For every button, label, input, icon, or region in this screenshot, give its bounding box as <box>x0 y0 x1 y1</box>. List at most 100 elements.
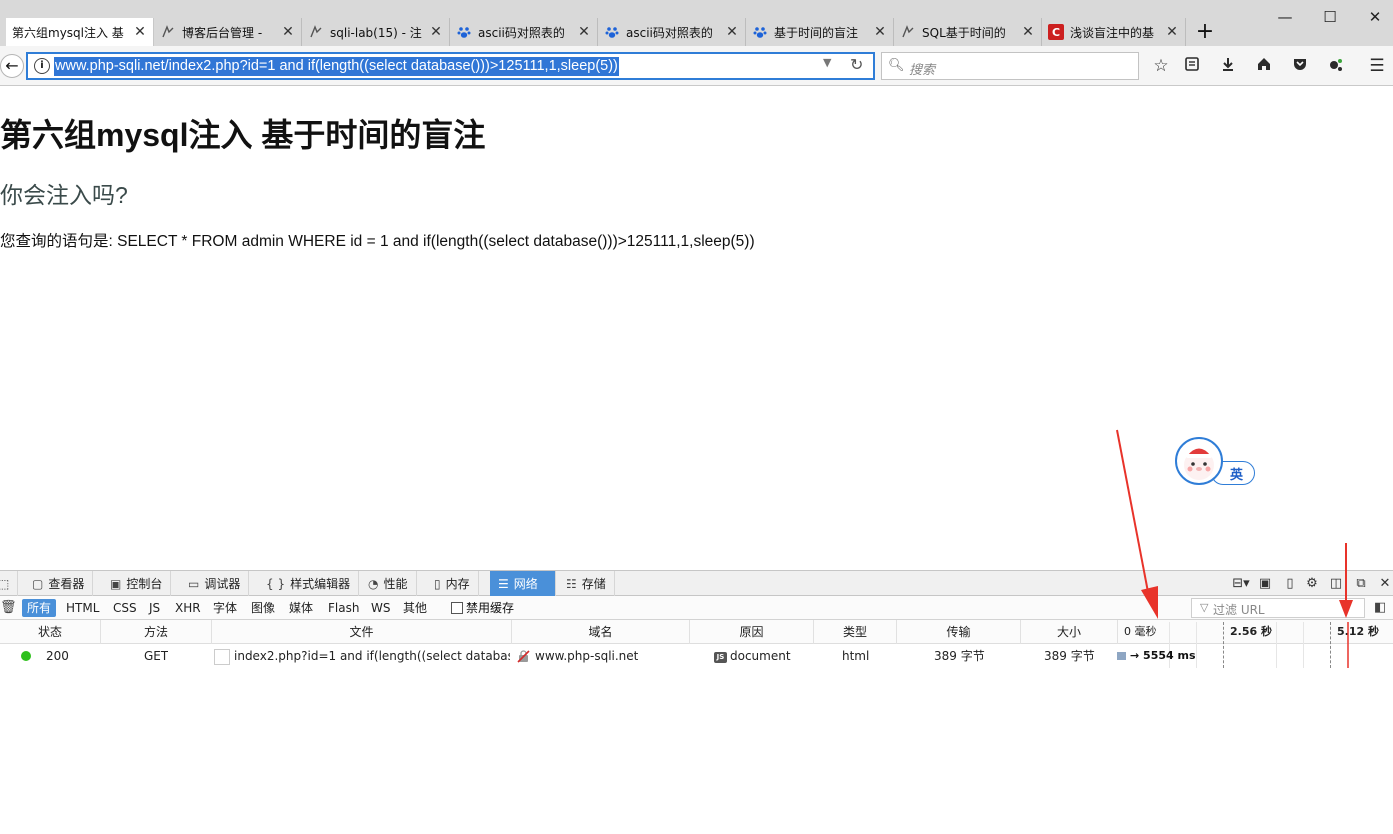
close-icon[interactable]: ✕ <box>1021 24 1035 40</box>
table-row[interactable]: 200 GET index2.php?id=1 and if(length((s… <box>0 644 1393 668</box>
download-icon[interactable] <box>1217 56 1239 78</box>
column-method[interactable]: 方法 <box>101 620 212 644</box>
tab-5[interactable]: ascii码对照表的 ✕ <box>598 18 746 46</box>
close-icon[interactable]: ✕ <box>1376 575 1393 593</box>
tab-debugger[interactable]: ▭ 调试器 <box>180 571 250 596</box>
status-ok-dot <box>21 651 31 661</box>
filter-js[interactable]: JS <box>144 599 165 617</box>
close-icon[interactable]: ✕ <box>281 24 295 40</box>
filter-xhr[interactable]: XHR <box>170 599 206 617</box>
pick-element-icon: ⬚ <box>0 576 10 591</box>
site-icon <box>160 24 176 40</box>
close-icon[interactable]: ✕ <box>725 24 739 40</box>
column-domain[interactable]: 域名 <box>512 620 690 644</box>
dock-side-icon[interactable]: ◫ <box>1327 575 1345 593</box>
column-transferred[interactable]: 传输 <box>897 620 1021 644</box>
tab-4[interactable]: ascii码对照表的 ✕ <box>450 18 598 46</box>
close-icon[interactable]: ✕ <box>133 24 147 40</box>
tab-label: 浅谈盲注中的基 <box>1070 25 1155 40</box>
url-text[interactable]: www.php-sqli.net/index2.php?id=1 and if(… <box>54 57 619 76</box>
layout-toggle-icon[interactable]: ⊟▾ <box>1230 575 1252 593</box>
tab-inspector[interactable]: ▢ 查看器 <box>24 571 94 596</box>
close-window-button[interactable]: ✕ <box>1360 6 1390 28</box>
search-box[interactable]: 🔍︎ 搜索 <box>881 52 1139 80</box>
reload-icon[interactable]: ↻ <box>850 55 863 74</box>
tab-network[interactable]: ☰ 网络 <box>490 571 556 596</box>
timeline-tick-2: 5.12 秒 <box>1337 625 1379 638</box>
filter-other[interactable]: 其他 <box>398 599 432 617</box>
baidu-paw-icon <box>604 24 620 40</box>
disable-cache-checkbox[interactable] <box>451 602 463 614</box>
undock-icon[interactable]: ⧉ <box>1352 575 1370 593</box>
search-icon: 🔍︎ <box>888 58 905 73</box>
column-type[interactable]: 类型 <box>814 620 897 644</box>
column-cause[interactable]: 原因 <box>690 620 814 644</box>
request-type: html <box>842 649 870 663</box>
filter-url-placeholder: 过滤 URL <box>1213 603 1265 617</box>
request-method: GET <box>144 649 169 663</box>
maximize-button[interactable]: ☐ <box>1315 6 1345 28</box>
tab-label: 博客后台管理 - <box>182 25 263 40</box>
filter-fonts[interactable]: 字体 <box>208 599 242 617</box>
back-button[interactable]: ← <box>0 54 24 78</box>
tab-style-editor[interactable]: { } 样式编辑器 <box>258 571 360 596</box>
baidu-paw-icon <box>456 24 472 40</box>
page-title: 第六组mysql注入 基于时间的盲注 <box>0 117 486 153</box>
split-console-icon[interactable]: ▣ <box>1256 575 1274 593</box>
ime-widget[interactable]: 英 <box>1175 437 1257 487</box>
info-icon[interactable]: i <box>34 58 50 74</box>
tab-strip: 第六组mysql注入 基 ✕ 博客后台管理 - ✕ sqli-lab(15) -… <box>0 0 1393 46</box>
tab-8[interactable]: C 浅谈盲注中的基 ✕ <box>1042 18 1186 46</box>
filter-all[interactable]: 所有 <box>22 599 57 617</box>
extension-icon[interactable] <box>1325 56 1347 78</box>
reading-list-icon[interactable] <box>1181 56 1203 78</box>
tab-label: SQL基于时间的 <box>922 25 1006 40</box>
ime-language-label: 英 <box>1230 468 1244 483</box>
tab-console[interactable]: ▣ 控制台 <box>102 571 172 596</box>
column-size[interactable]: 大小 <box>1021 620 1118 644</box>
tab-label: ascii码对照表的 <box>626 25 713 40</box>
ime-mascot-icon <box>1175 437 1223 485</box>
close-icon[interactable]: ✕ <box>1165 24 1179 40</box>
tab-label: 性能 <box>383 577 408 591</box>
tab-6[interactable]: 基于时间的盲注 ✕ <box>746 18 894 46</box>
column-status[interactable]: 状态 <box>0 620 101 644</box>
bookmark-star-icon[interactable]: ☆ <box>1150 56 1172 78</box>
filter-html[interactable]: HTML <box>61 599 104 617</box>
home-icon[interactable] <box>1253 56 1275 78</box>
baidu-paw-icon <box>752 24 768 40</box>
close-icon[interactable]: ✕ <box>873 24 887 40</box>
chevron-down-icon[interactable]: ▼ <box>823 56 831 69</box>
menu-icon[interactable]: ☰ <box>1366 56 1388 78</box>
tab-memory[interactable]: ▯ 内存 <box>426 571 479 596</box>
gear-icon[interactable]: ⚙ <box>1303 575 1321 593</box>
filter-images[interactable]: 图像 <box>246 599 280 617</box>
tab-storage[interactable]: ☷ 存储 <box>558 571 615 596</box>
tab-3[interactable]: sqli-lab(15) - 注 ✕ <box>302 18 450 46</box>
gauge-icon: ◔ <box>368 576 379 591</box>
filter-flash[interactable]: Flash <box>323 599 364 617</box>
tab-label: 查看器 <box>48 577 85 591</box>
tab-2[interactable]: 博客后台管理 - ✕ <box>154 18 302 46</box>
minimize-button[interactable]: — <box>1270 6 1300 28</box>
filter-url-input[interactable]: ▽ 过滤 URL <box>1191 598 1365 618</box>
url-bar[interactable]: i www.php-sqli.net/index2.php?id=1 and i… <box>26 52 875 80</box>
trash-icon[interactable]: 🗑︎ <box>0 600 17 615</box>
filter-css[interactable]: CSS <box>108 599 142 617</box>
timeline-tick-1: 2.56 秒 <box>1230 625 1272 638</box>
close-icon[interactable]: ✕ <box>577 24 591 40</box>
filter-media[interactable]: 媒体 <box>284 599 318 617</box>
tab-7[interactable]: SQL基于时间的 ✕ <box>894 18 1042 46</box>
close-icon[interactable]: ✕ <box>429 24 443 40</box>
element-picker-button[interactable]: ⬚ <box>0 571 18 596</box>
column-file[interactable]: 文件 <box>212 620 512 644</box>
tab-1[interactable]: 第六组mysql注入 基 ✕ <box>6 18 154 46</box>
tab-performance[interactable]: ◔ 性能 <box>360 571 417 596</box>
responsive-design-icon[interactable]: ▯ <box>1281 575 1299 593</box>
filter-ws[interactable]: WS <box>366 599 395 617</box>
tab-label: 控制台 <box>126 577 163 591</box>
tab-label: 样式编辑器 <box>290 577 351 591</box>
new-tab-button[interactable]: + <box>1194 19 1216 45</box>
sidebar-toggle-icon[interactable]: ◧ <box>1374 600 1386 615</box>
pocket-icon[interactable] <box>1289 56 1311 78</box>
